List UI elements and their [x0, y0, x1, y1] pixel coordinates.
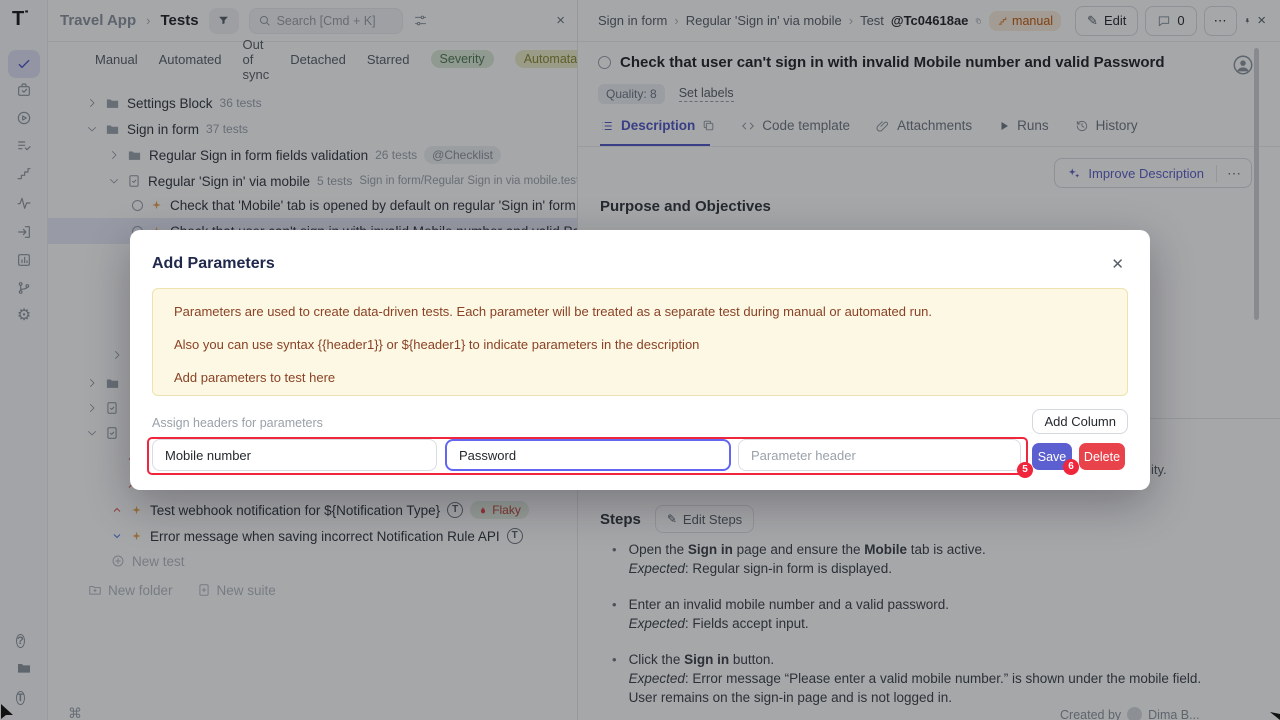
assign-headers-label: Assign headers for parameters: [152, 416, 323, 430]
annotation-mark-6: 6: [1063, 459, 1079, 475]
modal-title: Add Parameters: [152, 255, 275, 273]
add-column-button[interactable]: Add Column: [1032, 409, 1128, 434]
info-line: Add parameters to test here: [174, 370, 1106, 385]
delete-button[interactable]: Delete: [1079, 443, 1125, 470]
parameter-header-input-1[interactable]: [152, 439, 437, 471]
corner-cursor-artifact: [1268, 708, 1280, 720]
parameter-header-input-2[interactable]: [445, 439, 731, 471]
modal-close-icon[interactable]: ✕: [1111, 255, 1124, 273]
annotation-mark-5: 5: [1017, 462, 1033, 478]
info-line: Also you can use syntax {{header1}} or $…: [174, 337, 1106, 352]
app-root: T˙ ⚙ ?: [0, 0, 1280, 720]
mouse-cursor: [0, 700, 18, 720]
info-line: Parameters are used to create data-drive…: [174, 304, 1106, 319]
parameters-info-box: Parameters are used to create data-drive…: [152, 288, 1128, 396]
parameter-header-input-3[interactable]: [738, 439, 1021, 471]
add-parameters-modal: Add Parameters ✕ Parameters are used to …: [130, 230, 1150, 490]
